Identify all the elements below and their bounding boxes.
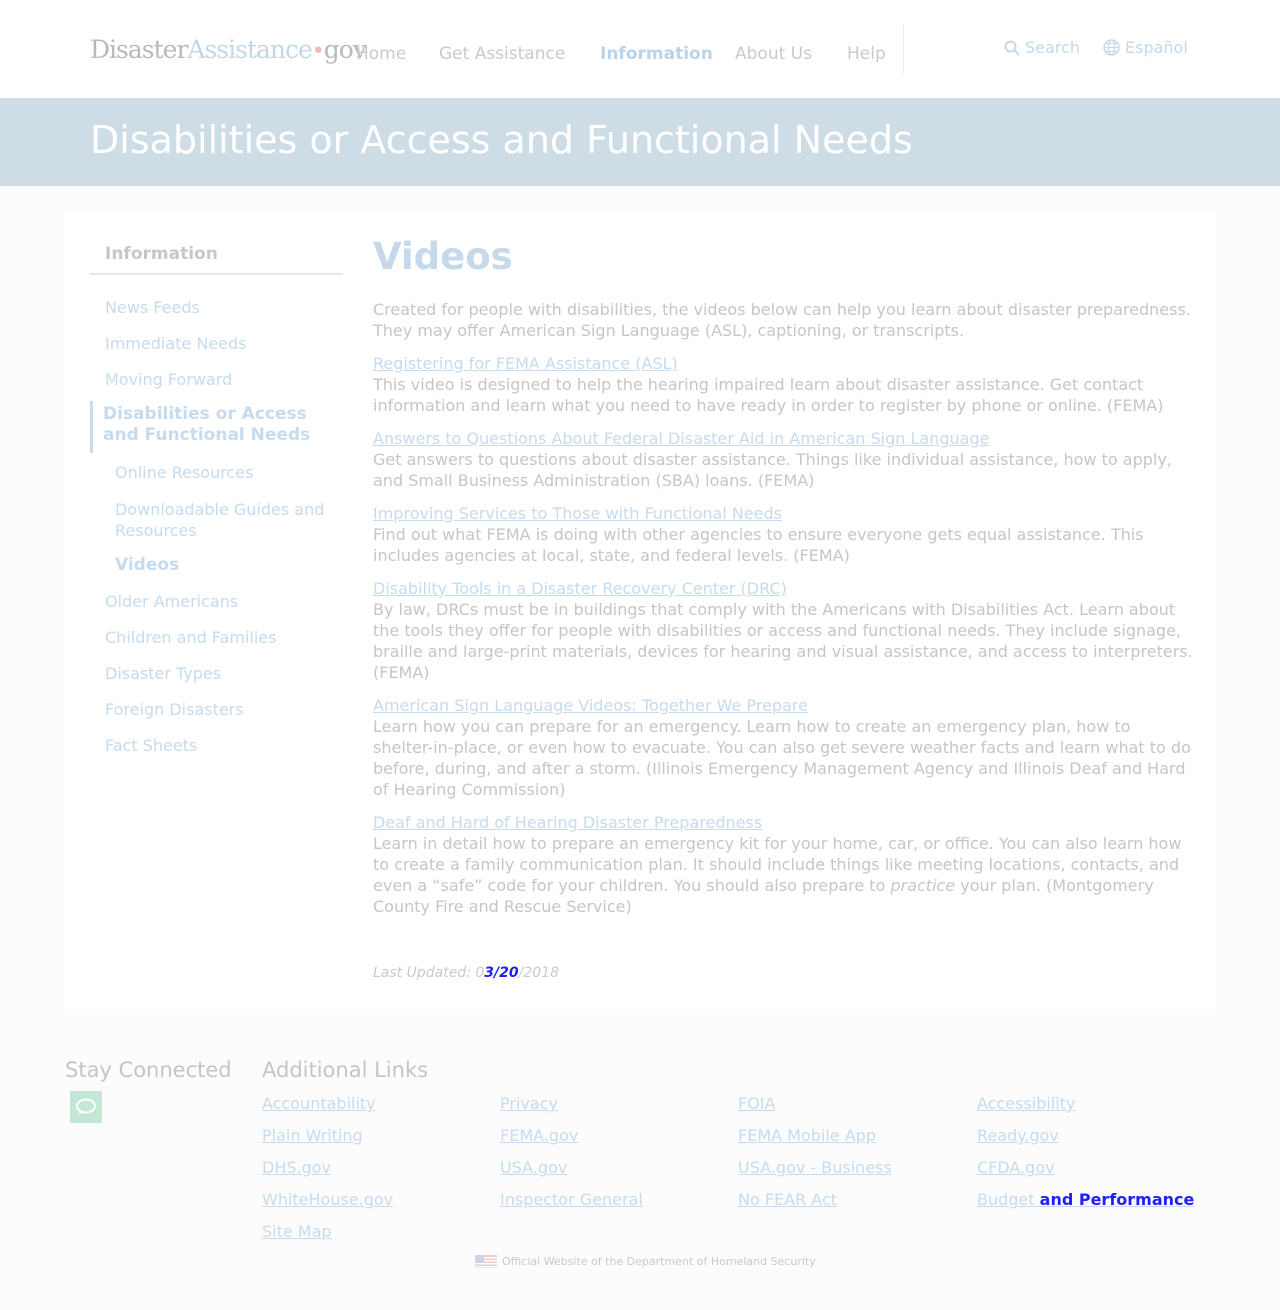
video-description: By law, DRCs must be in buildings that c… [373, 600, 1193, 682]
footer-link-fema-mobile-app[interactable]: FEMA Mobile App [738, 1126, 876, 1145]
search-link[interactable]: Search [1004, 38, 1080, 57]
video-link[interactable]: Registering for FEMA Assistance (ASL) [373, 353, 1193, 374]
footer-link-cfda[interactable]: CFDA.gov [977, 1158, 1055, 1177]
video-description: Learn how you can prepare for an emergen… [373, 717, 1191, 799]
nav-information[interactable]: Information [600, 44, 713, 64]
sidebar-divider [90, 273, 343, 275]
sidebar-item-disabilities[interactable]: Disabilities or Access and Functional Ne… [103, 404, 338, 446]
footer-link-fema[interactable]: FEMA.gov [500, 1126, 578, 1145]
footer-link-inspector-general[interactable]: Inspector General [500, 1190, 643, 1209]
footer-link-usa[interactable]: USA.gov [500, 1158, 567, 1177]
sidebar-item-fact-sheets[interactable]: Fact Sheets [105, 736, 197, 755]
sidebar-item-moving-forward[interactable]: Moving Forward [105, 370, 232, 389]
sidebar-item-news-feeds[interactable]: News Feeds [105, 298, 200, 317]
content-heading: Videos [373, 235, 513, 278]
nav-divider [903, 24, 904, 74]
site-logo[interactable]: DisasterAssistance•gov [90, 35, 367, 64]
video-link[interactable]: Deaf and Hard of Hearing Disaster Prepar… [373, 812, 1193, 833]
video-description: This video is designed to help the heari… [373, 375, 1164, 415]
sidebar-item-older-americans[interactable]: Older Americans [105, 592, 238, 611]
video-description: Get answers to questions about disaster … [373, 450, 1172, 490]
sidebar-active-indicator [90, 401, 93, 453]
video-item: American Sign Language Videos: Together … [373, 695, 1193, 800]
video-item: Deaf and Hard of Hearing Disaster Prepar… [373, 812, 1193, 917]
footer-link-privacy[interactable]: Privacy [500, 1094, 558, 1113]
footer-link-accountability[interactable]: Accountability [262, 1094, 376, 1113]
video-item: Answers to Questions About Federal Disas… [373, 428, 1193, 491]
footer-link-site-map[interactable]: Site Map [262, 1222, 332, 1241]
sidebar-item-foreign-disasters[interactable]: Foreign Disasters [105, 700, 244, 719]
globe-icon [1103, 39, 1120, 56]
speech-bubble-icon [76, 1098, 96, 1115]
nav-about-us[interactable]: About Us [735, 44, 812, 64]
footer-link-usa-business[interactable]: USA.gov - Business [738, 1158, 892, 1177]
nav-home[interactable]: Home [356, 44, 406, 64]
language-link[interactable]: Español [1103, 38, 1188, 57]
sidebar-item-disaster-types[interactable]: Disaster Types [105, 664, 221, 683]
video-link[interactable]: Improving Services to Those with Functio… [373, 503, 1193, 524]
nav-get-assistance[interactable]: Get Assistance [439, 44, 565, 64]
sidebar-item-immediate-needs[interactable]: Immediate Needs [105, 334, 247, 353]
footer-link-whitehouse[interactable]: WhiteHouse.gov [262, 1190, 393, 1209]
footer-link-accessibility[interactable]: Accessibility [977, 1094, 1075, 1113]
video-description: Find out what FEMA is doing with other a… [373, 525, 1144, 565]
sidebar-title: Information [105, 244, 218, 264]
main-content: Videos Created for people with disabilit… [373, 236, 1193, 929]
additional-links-heading: Additional Links [262, 1058, 429, 1082]
video-description-emphasis: practice [890, 876, 956, 895]
footer-link-plain-writing[interactable]: Plain Writing [262, 1126, 363, 1145]
sidebar-item-videos[interactable]: Videos [115, 555, 179, 575]
video-item: Registering for FEMA Assistance (ASL) Th… [373, 353, 1193, 416]
video-link[interactable]: Answers to Questions About Federal Disas… [373, 428, 1193, 449]
page-banner: Disabilities or Access and Functional Ne… [0, 98, 1280, 186]
search-icon [1004, 40, 1020, 56]
chat-icon[interactable] [70, 1091, 102, 1123]
sidebar-item-online-resources[interactable]: Online Resources [115, 463, 253, 482]
stay-connected-heading: Stay Connected [65, 1058, 232, 1082]
last-updated: Last Updated: 03/20/2018 [373, 965, 559, 981]
sidebar-item-downloadable-guides[interactable]: Downloadable Guides and Resources [115, 499, 325, 541]
footer-link-ready[interactable]: Ready.gov [977, 1126, 1059, 1145]
intro-text: Created for people with disabilities, th… [373, 300, 1191, 340]
sidebar-item-children-families[interactable]: Children and Families [105, 628, 276, 647]
footer-link-dhs[interactable]: DHS.gov [262, 1158, 331, 1177]
site-header: DisasterAssistance•gov Home Get Assistan… [0, 0, 1280, 98]
nav-help[interactable]: Help [847, 44, 886, 64]
footer-link-no-fear-act[interactable]: No FEAR Act [738, 1190, 837, 1209]
page-title: Disabilities or Access and Functional Ne… [90, 118, 913, 162]
us-flag-icon [475, 1255, 497, 1268]
video-item: Improving Services to Those with Functio… [373, 503, 1193, 566]
video-link[interactable]: Disability Tools in a Disaster Recovery … [373, 578, 1193, 599]
dhs-notice: Official Website of the Department of Ho… [475, 1255, 816, 1268]
video-link[interactable]: American Sign Language Videos: Together … [373, 695, 1193, 716]
footer-link-foia[interactable]: FOIA [738, 1094, 775, 1113]
footer-link-budget-performance[interactable]: Budget and Performance [977, 1190, 1194, 1209]
video-item: Disability Tools in a Disaster Recovery … [373, 578, 1193, 683]
